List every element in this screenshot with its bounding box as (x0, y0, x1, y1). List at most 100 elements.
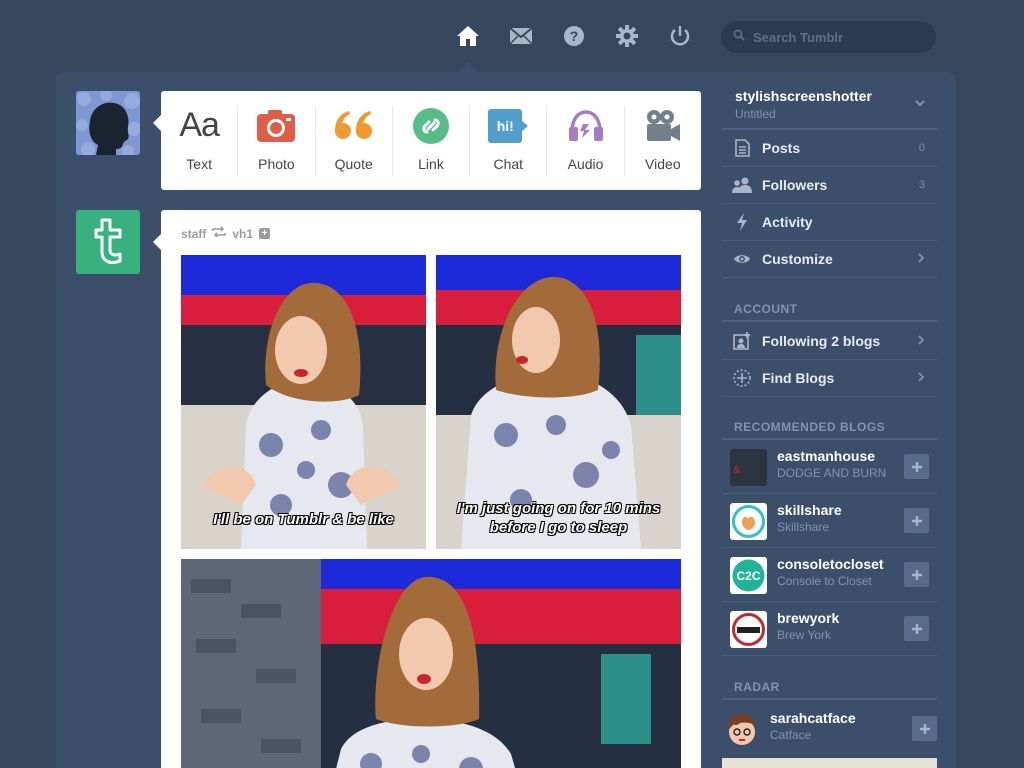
tumblr-logo-icon (88, 216, 128, 269)
post-type-label: Audio (567, 155, 604, 172)
blog-switcher[interactable]: stylishscreenshotter Untitled (722, 88, 937, 130)
power-icon[interactable] (666, 22, 694, 50)
post-type-chat[interactable]: hi! Chat (470, 105, 548, 176)
gif-caption: I'll be on Tumblr & be like (213, 511, 394, 528)
link-icon (412, 106, 449, 146)
radar-post-preview[interactable] (722, 758, 937, 768)
post-image-1[interactable]: I'll be on Tumblr & be like (181, 255, 426, 549)
blog-avatar (722, 710, 762, 750)
follow-plus-icon[interactable]: + (259, 228, 271, 239)
follow-button[interactable] (912, 716, 937, 741)
post-type-chooser: Aa Text Photo Quote Link hi! Chat Audio … (153, 91, 701, 190)
video-camera-icon (645, 106, 681, 146)
sidebar-item-label: Following 2 blogs (762, 333, 881, 349)
chat-icon: hi! (488, 106, 529, 146)
blog-avatar: & (730, 449, 767, 486)
post-type-link[interactable]: Link (393, 105, 471, 176)
recommended-blog[interactable]: C2C consoletocloset Console to Closet (722, 548, 937, 602)
post-type-quote[interactable]: Quote (316, 105, 393, 176)
recommended-blog[interactable]: skillshare Skillshare (722, 494, 937, 548)
sidebar-item-label: Activity (762, 214, 813, 230)
people-icon (732, 175, 752, 195)
sidebar-item-followers[interactable]: Followers 3 (722, 167, 937, 204)
post-type-label: Text (186, 155, 212, 172)
nav-active-caret (459, 62, 477, 72)
svg-text:?: ? (570, 28, 579, 44)
post-image-3[interactable] (181, 559, 681, 768)
post-type-text[interactable]: Aa Text (161, 105, 239, 176)
blog-name: sarahcatface (770, 710, 856, 726)
staff-avatar[interactable] (76, 210, 140, 274)
reblogged-from-link[interactable]: vh1 (232, 227, 253, 241)
post-type-label: Chat (493, 155, 524, 172)
chevron-right-icon (918, 250, 925, 268)
lightning-icon (732, 212, 752, 232)
sidebar-item-label: Followers (762, 177, 828, 193)
quote-icon (334, 106, 374, 146)
post-type-label: Photo (258, 155, 295, 172)
sidebar-item-label: Customize (762, 251, 833, 267)
follow-button[interactable] (904, 616, 929, 641)
radar-blog[interactable]: sarahcatface Catface (722, 702, 937, 756)
user-avatar[interactable] (76, 91, 140, 155)
text-icon: Aa (179, 106, 220, 144)
section-title-radar: RADAR (734, 680, 780, 694)
home-icon[interactable] (454, 22, 482, 50)
add-person-icon (732, 331, 752, 351)
mail-icon[interactable] (507, 22, 535, 50)
divider (722, 320, 937, 322)
chevron-right-icon (918, 332, 925, 350)
svg-text:C2C: C2C (736, 569, 760, 583)
top-navigation: ? (0, 0, 1024, 72)
blog-name: skillshare (777, 502, 842, 518)
follow-button[interactable] (904, 454, 929, 479)
svg-text:&: & (733, 464, 741, 476)
blog-title: Brew York (777, 628, 832, 642)
gear-icon[interactable] (613, 22, 641, 50)
blog-avatar: C2C (730, 557, 767, 594)
search-bar[interactable] (721, 21, 936, 53)
blog-title: Console to Closet (777, 574, 872, 588)
eye-icon (732, 249, 752, 269)
chevron-down-icon (915, 94, 925, 112)
sidebar-item-find-blogs[interactable]: Find Blogs (722, 360, 937, 397)
posts-count: 0 (918, 142, 925, 154)
blog-title: Skillshare (777, 520, 830, 534)
recommended-blog[interactable]: & eastmanhouse DODGE AND BURN (722, 440, 937, 494)
sidebar-item-activity[interactable]: Activity (722, 204, 937, 241)
post-type-label: Link (418, 155, 444, 172)
section-title-account: ACCOUNT (734, 302, 798, 316)
sidebar-item-label: Posts (762, 140, 801, 156)
compass-icon (732, 368, 752, 388)
sidebar-item-following[interactable]: Following 2 blogs (722, 323, 937, 360)
divider (722, 698, 937, 700)
post-author-link[interactable]: staff (181, 227, 206, 241)
post-type-audio[interactable]: Audio (547, 105, 625, 176)
blog-avatar (730, 611, 767, 648)
post-type-label: Video (645, 155, 681, 172)
follow-button[interactable] (904, 508, 929, 533)
sidebar-item-label: Find Blogs (762, 370, 835, 386)
blog-title: DODGE AND BURN (777, 466, 887, 480)
headphones-icon (567, 106, 605, 146)
section-title-recommended: RECOMMENDED BLOGS (734, 420, 886, 434)
post-header: staff vh1 + (181, 226, 271, 241)
follow-button[interactable] (904, 562, 929, 587)
blog-title: Catface (770, 728, 812, 742)
post-type-label: Quote (334, 155, 373, 172)
blog-avatar (730, 503, 767, 540)
recommended-blog[interactable]: brewyork Brew York (722, 602, 937, 656)
chevron-right-icon (918, 369, 925, 387)
post-image-2[interactable]: I'm just going on for 10 mins before I g… (436, 255, 681, 549)
sidebar-item-posts[interactable]: Posts 0 (722, 130, 937, 167)
search-input[interactable] (753, 29, 923, 45)
help-icon[interactable]: ? (560, 22, 588, 50)
post-type-photo[interactable]: Photo (238, 105, 316, 176)
document-icon (732, 138, 752, 158)
blog-name: stylishscreenshotter (735, 88, 872, 104)
camera-icon (257, 106, 296, 146)
post-type-video[interactable]: Video (625, 106, 701, 176)
reblog-icon (212, 226, 227, 241)
blog-name: brewyork (777, 610, 840, 626)
sidebar-item-customize[interactable]: Customize (722, 241, 937, 278)
